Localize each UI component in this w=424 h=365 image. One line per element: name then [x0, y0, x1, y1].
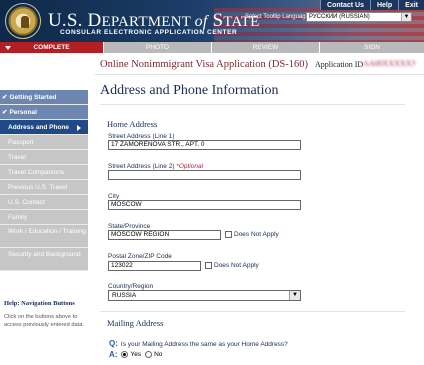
check-icon: ✔ [2, 109, 8, 116]
sidebar-item-travel-companions: Travel Companions [0, 165, 88, 180]
state-does-not-apply-label: Does Not Apply [234, 231, 279, 238]
street2-input[interactable] [108, 170, 301, 180]
brand-subtitle: CONSULAR ELECTRONIC APPLICATION CENTER [60, 29, 238, 36]
state-does-not-apply-checkbox[interactable] [225, 231, 232, 238]
zip-does-not-apply-checkbox[interactable] [205, 262, 212, 269]
mailing-address-heading: Mailing Address [107, 318, 164, 328]
optional-marker: *Optional [176, 163, 204, 170]
street2-label: Street Address (Line 2) *Optional [108, 163, 204, 170]
sidebar-item-personal[interactable]: ✔ Personal [0, 105, 88, 120]
city-label: City [108, 193, 120, 200]
page: U.S. DEPARTMENT of STATE CONSULAR ELECTR… [0, 0, 424, 365]
yes-label: Yes [130, 351, 142, 358]
state-department-seal-icon [5, 3, 41, 39]
mailing-answer: A: Yes No [109, 350, 166, 359]
sidebar-item-getting-started[interactable]: ✔ Getting Started [0, 90, 88, 105]
site-header: U.S. DEPARTMENT of STATE CONSULAR ELECTR… [0, 0, 424, 42]
sidebar-item-address-and-phone[interactable]: Address and Phone [0, 120, 88, 135]
step-complete: COMPLETE [0, 42, 103, 53]
no-radio[interactable] [145, 351, 153, 358]
sidebar-item-work-education: Work / Education / Training [0, 225, 88, 248]
step-review: REVIEW [211, 42, 319, 53]
state-province-input[interactable]: MOSCOW REGION [108, 230, 221, 240]
application-id-label: Application ID [315, 60, 364, 69]
step-sign: SIGN [319, 42, 424, 53]
help-title: Help: Navigation Buttons [4, 300, 75, 307]
application-id-value: AA00XXXXXX [363, 59, 415, 68]
country-label: Country/Region [108, 283, 154, 290]
city-input[interactable]: MOSCOW [108, 200, 301, 210]
main-content: Address and Phone Information Home Addre… [95, 75, 424, 365]
arrow-down-icon [5, 46, 11, 50]
chevron-down-icon: ▼ [289, 291, 300, 300]
step-photo: PHOTO [103, 42, 211, 53]
sidebar-nav: ✔ Getting Started ✔ Personal Address and P… [0, 90, 88, 271]
question-text: Is your Mailing Address the same as your… [120, 341, 288, 348]
home-address-heading: Home Address [107, 119, 158, 129]
state-province-label: State/Province [108, 223, 151, 230]
chevron-down-icon: ▼ [401, 13, 411, 21]
contact-us-link[interactable]: Contact Us [320, 0, 370, 10]
exit-link[interactable]: Exit [398, 0, 424, 10]
sidebar-item-travel: Travel [0, 150, 88, 165]
sidebar-item-passport: Passport [0, 135, 88, 150]
divider [100, 311, 405, 312]
question-marker: Q: [109, 339, 118, 348]
page-title: Address and Phone Information [100, 83, 279, 98]
progress-bar: COMPLETE PHOTO REVIEW SIGN [0, 42, 424, 53]
no-label: No [154, 351, 163, 358]
sidebar-item-security-background: Security and Background [0, 248, 88, 271]
help-link[interactable]: Help [369, 0, 398, 10]
mailing-question: Q: Is your Mailing Address the same as yo… [109, 333, 288, 351]
sidebar-item-us-contact: U.S. Contact [0, 195, 88, 210]
application-title: Online Nonimmigrant Visa Application (DS… [100, 59, 308, 70]
top-links: Contact Us Help Exit [320, 0, 424, 10]
zip-label: Postal Zone/ZIP Code [108, 253, 172, 260]
zip-does-not-apply-label: Does Not Apply [214, 262, 259, 269]
help-panel: Help: Navigation Buttons Click on the bu… [0, 300, 90, 329]
sidebar-item-previous-us-travel: Previous U.S. Travel [0, 180, 88, 195]
yes-radio[interactable] [121, 351, 129, 358]
application-header: Online Nonimmigrant Visa Application (DS… [95, 53, 424, 75]
divider [100, 104, 405, 105]
sidebar-item-family: Family [0, 210, 88, 225]
street1-label: Street Address (Line 1) [108, 133, 175, 140]
zip-input[interactable]: 123022 [108, 261, 201, 271]
help-text: Click on the buttons above to access pre… [4, 314, 84, 329]
street1-input[interactable]: 17 ZAMORENOVA STR., APT. 0 [108, 140, 301, 150]
answer-marker: A: [109, 350, 118, 359]
language-select[interactable]: РУССКИЙ (RUSSIAN) ▼ [306, 12, 412, 22]
check-icon: ✔ [2, 94, 8, 101]
chevron-right-icon [77, 125, 81, 131]
language-label: Select Tooltip Language [245, 14, 309, 20]
country-select[interactable]: RUSSIA ▼ [108, 290, 301, 301]
